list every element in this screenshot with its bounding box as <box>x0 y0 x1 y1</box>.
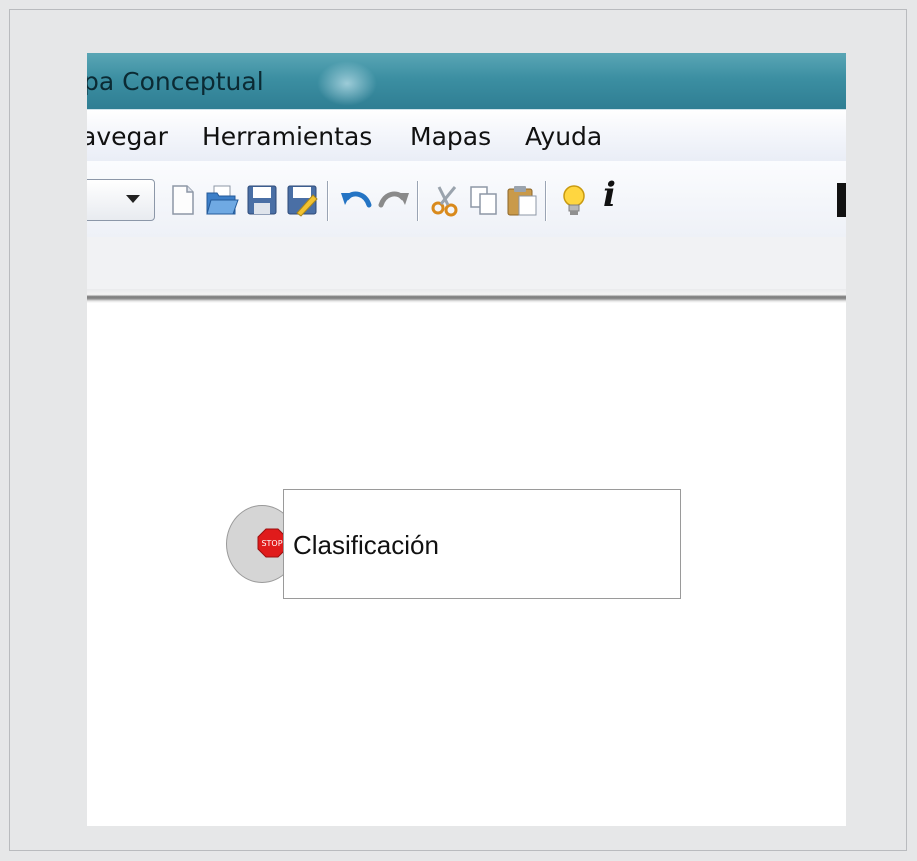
secondary-toolbar <box>87 237 846 290</box>
menu-mapas[interactable]: Mapas <box>410 122 491 151</box>
map-canvas[interactable]: STOP Clasificación <box>87 303 846 826</box>
title-bar[interactable]: pa Conceptual <box>87 53 846 109</box>
undo-icon[interactable] <box>339 183 373 217</box>
chevron-down-icon <box>126 195 140 203</box>
pane-splitter[interactable] <box>87 289 846 303</box>
toolbar-separator <box>327 181 329 221</box>
toolbar-separator <box>417 181 419 221</box>
toolbar-combobox[interactable] <box>87 179 155 221</box>
concept-box[interactable]: Clasificación <box>283 489 681 599</box>
paste-icon[interactable] <box>505 183 539 217</box>
stop-sign-text: STOP <box>261 539 282 548</box>
lightbulb-icon[interactable] <box>557 183 591 217</box>
menu-ayuda[interactable]: Ayuda <box>525 122 602 151</box>
copy-icon[interactable] <box>467 183 501 217</box>
menu-herramientas[interactable]: Herramientas <box>202 122 372 151</box>
application-window: pa Conceptual avegar Herramientas Mapas … <box>87 53 846 826</box>
concept-label: Clasificación <box>293 530 439 560</box>
save-icon[interactable] <box>245 183 279 217</box>
menu-bar: avegar Herramientas Mapas Ayuda <box>87 109 846 162</box>
info-icon[interactable]: i <box>603 175 616 215</box>
title-bar-glow <box>317 61 377 106</box>
menu-navegar[interactable]: avegar <box>87 122 168 151</box>
toolbar-overflow-icon[interactable] <box>837 183 846 217</box>
save-as-icon[interactable] <box>285 183 319 217</box>
open-folder-icon[interactable] <box>205 183 239 217</box>
redo-icon[interactable] <box>377 183 411 217</box>
toolbar-separator <box>545 181 547 221</box>
cut-icon[interactable] <box>429 183 463 217</box>
new-document-icon[interactable] <box>165 183 199 217</box>
toolbar: i <box>87 161 846 237</box>
window-title: pa Conceptual <box>87 67 264 96</box>
